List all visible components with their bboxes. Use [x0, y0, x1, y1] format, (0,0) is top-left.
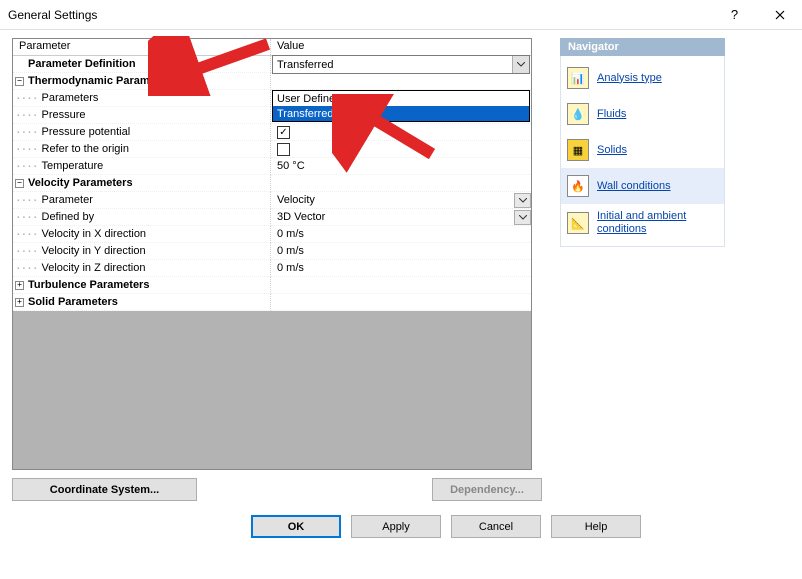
- value-velocity-x[interactable]: 0 m/s: [277, 228, 304, 240]
- column-header-value: Value: [271, 39, 531, 55]
- row-temperature[interactable]: Temperature: [42, 160, 104, 172]
- row-velocity-z[interactable]: Velocity in Z direction: [42, 262, 146, 274]
- value-parameter[interactable]: Velocity: [277, 194, 315, 206]
- checkbox-pressure-potential[interactable]: ✓: [277, 126, 290, 139]
- coordinate-system-button[interactable]: Coordinate System...: [12, 478, 197, 501]
- annotation-arrow-icon: [148, 36, 278, 96]
- nav-link-analysis-type[interactable]: Analysis type: [597, 72, 662, 85]
- dependency-button: Dependency...: [432, 478, 542, 501]
- row-defined-by[interactable]: Defined by: [42, 211, 95, 223]
- row-solid[interactable]: Solid Parameters: [28, 296, 118, 308]
- close-button[interactable]: [757, 0, 802, 30]
- value-velocity-z[interactable]: 0 m/s: [277, 262, 304, 274]
- nav-link-initial-conditions[interactable]: Initial and ambient conditions: [597, 210, 718, 236]
- nav-link-solids[interactable]: Solids: [597, 144, 627, 157]
- row-parameters[interactable]: Parameters: [42, 92, 99, 104]
- ok-button[interactable]: OK: [251, 515, 341, 538]
- nav-item-solids[interactable]: ▦ Solids: [561, 132, 724, 168]
- nav-item-initial-conditions[interactable]: 📐 Initial and ambient conditions: [561, 204, 724, 242]
- value-velocity-y[interactable]: 0 m/s: [277, 245, 304, 257]
- help-button[interactable]: Help: [551, 515, 641, 538]
- window-title: General Settings: [8, 8, 712, 22]
- collapse-icon[interactable]: −: [15, 77, 24, 86]
- cancel-button[interactable]: Cancel: [451, 515, 541, 538]
- parameter-definition-dropdown[interactable]: Transferred: [272, 55, 530, 74]
- value-defined-by[interactable]: 3D Vector: [277, 211, 325, 223]
- collapse-icon[interactable]: −: [15, 179, 24, 188]
- annotation-arrow-icon: [332, 94, 452, 174]
- grid-empty-area: [13, 311, 531, 469]
- chevron-down-icon[interactable]: [514, 210, 531, 225]
- solids-icon: ▦: [567, 139, 589, 161]
- expand-icon[interactable]: +: [15, 298, 24, 307]
- help-button[interactable]: ?: [712, 0, 757, 30]
- nav-link-wall-conditions[interactable]: Wall conditions: [597, 180, 671, 193]
- checkbox-refer-origin[interactable]: [277, 143, 290, 156]
- row-turbulence[interactable]: Turbulence Parameters: [28, 279, 149, 291]
- parameter-definition-value: Transferred: [277, 59, 333, 71]
- row-pressure-potential[interactable]: Pressure potential: [42, 126, 131, 138]
- row-refer-origin[interactable]: Refer to the origin: [42, 143, 129, 155]
- nav-item-analysis-type[interactable]: 📊 Analysis type: [561, 60, 724, 96]
- row-velocity-parameters[interactable]: Velocity Parameters: [28, 177, 133, 189]
- navigator-title: Navigator: [560, 38, 725, 56]
- row-velocity-y[interactable]: Velocity in Y direction: [42, 245, 146, 257]
- value-temperature[interactable]: 50 °C: [277, 160, 305, 172]
- row-pressure[interactable]: Pressure: [42, 109, 86, 121]
- nav-item-wall-conditions[interactable]: 🔥 Wall conditions: [561, 168, 724, 204]
- initial-conditions-icon: 📐: [567, 212, 589, 234]
- row-velocity-x[interactable]: Velocity in X direction: [42, 228, 147, 240]
- analysis-type-icon: 📊: [567, 67, 589, 89]
- row-parameter-definition[interactable]: Parameter Definition: [28, 58, 136, 70]
- chevron-down-icon[interactable]: [512, 56, 529, 73]
- wall-conditions-icon: 🔥: [567, 175, 589, 197]
- fluids-icon: 💧: [567, 103, 589, 125]
- row-parameter[interactable]: Parameter: [42, 194, 93, 206]
- nav-link-fluids[interactable]: Fluids: [597, 108, 626, 121]
- apply-button[interactable]: Apply: [351, 515, 441, 538]
- nav-item-fluids[interactable]: 💧 Fluids: [561, 96, 724, 132]
- chevron-down-icon[interactable]: [514, 193, 531, 208]
- expand-icon[interactable]: +: [15, 281, 24, 290]
